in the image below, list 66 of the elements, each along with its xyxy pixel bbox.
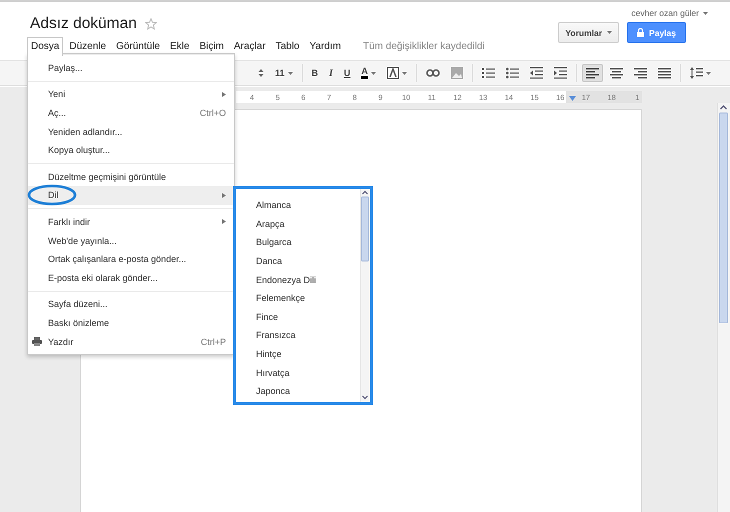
menu-tab[interactable]: Biçim	[195, 37, 228, 56]
image-icon	[450, 67, 463, 79]
bold-button[interactable]: B	[308, 64, 322, 82]
language-item[interactable]: Hırvatça	[236, 363, 360, 382]
menu-tab[interactable]: Dosya	[27, 37, 64, 56]
language-item[interactable]: Arapça	[236, 214, 360, 234]
menu-item[interactable]: Web'de yayınla...	[28, 231, 234, 250]
menu-item[interactable]: Paylaş...	[28, 58, 234, 78]
lock-icon	[637, 28, 644, 37]
menu-item[interactable]: Yazdır Ctrl+P	[28, 332, 234, 351]
language-item[interactable]: Hintçe	[236, 344, 360, 364]
spinner-icon	[258, 68, 264, 78]
menu-tab[interactable]: Düzenle	[65, 37, 110, 56]
link-icon	[426, 69, 440, 77]
printer-icon	[32, 337, 42, 346]
submenu-scrollbar[interactable]	[360, 189, 370, 402]
menu-item[interactable]: E-posta eki olarak gönder...	[28, 268, 234, 288]
menu-item[interactable]: Farklı indir	[28, 212, 234, 232]
align-center-icon	[610, 68, 623, 78]
menu-tab[interactable]: Tablo	[272, 37, 304, 56]
scroll-thumb-icon	[718, 103, 729, 323]
align-left-icon	[586, 68, 599, 78]
align-left-button[interactable]	[582, 64, 603, 82]
user-name[interactable]: cevher ozan güler	[631, 8, 699, 18]
menu-tab[interactable]: Araçlar	[230, 37, 270, 56]
menu-item[interactable]: Baskı önizleme	[28, 314, 234, 332]
language-item[interactable]: Fince	[236, 308, 360, 326]
align-right-icon	[634, 68, 647, 78]
underline-button[interactable]: U	[340, 64, 354, 82]
highlight-icon	[386, 67, 399, 79]
language-item[interactable]: Endonezya Dili	[236, 270, 360, 289]
menu-item[interactable]: Ortak çalışanlara e-posta gönder...	[28, 250, 234, 268]
font-size-dropdown[interactable]: 11	[271, 64, 297, 82]
scrollbar[interactable]	[717, 103, 730, 512]
indent-marker-icon	[569, 96, 576, 101]
bullet-list-icon	[506, 67, 519, 79]
document-title[interactable]: Adsız doküman	[30, 15, 137, 33]
numbered-list-icon	[482, 67, 495, 79]
justify-icon	[658, 68, 671, 78]
italic-button[interactable]: I	[325, 64, 337, 82]
language-item[interactable]: Danca	[236, 252, 360, 270]
language-item[interactable]: Japonca	[236, 382, 360, 401]
caret-icon	[607, 31, 612, 34]
menu-tab[interactable]: Yardım	[305, 37, 345, 56]
menu-item[interactable]: Düzeltme geçmişini görüntüle	[28, 167, 234, 186]
language-item[interactable]: Bulgarca	[236, 233, 360, 252]
text-color-button[interactable]: A	[357, 64, 380, 82]
menu-item[interactable]: Aç... Ctrl+O	[28, 104, 234, 122]
menu-item[interactable]: Kopya oluştur...	[28, 140, 234, 160]
decrease-indent-icon	[530, 67, 543, 79]
increase-indent-icon	[554, 67, 567, 79]
menu-item[interactable]: Yeniden adlandır...	[28, 122, 234, 141]
menu-tab[interactable]: Ekle	[166, 37, 194, 56]
menu-item[interactable]: Dil	[28, 186, 234, 205]
star-icon[interactable]	[144, 18, 157, 30]
save-status: Tüm değişiklikler kaydedildi	[362, 41, 485, 52]
comments-button[interactable]: Yorumlar	[558, 22, 620, 43]
menu-tab[interactable]: Görüntüle	[112, 37, 164, 56]
line-spacing-icon	[690, 67, 703, 79]
menu-item[interactable]: Yeni	[28, 85, 234, 104]
menu-item[interactable]: Sayfa düzeni...	[28, 295, 234, 314]
caret-icon	[703, 12, 708, 14]
language-item[interactable]: Fransızca	[236, 326, 360, 345]
language-item[interactable]: Almanca	[236, 196, 360, 215]
language-item[interactable]: Felemenkçe	[236, 288, 360, 308]
scroll-thumb-icon	[361, 189, 369, 401]
